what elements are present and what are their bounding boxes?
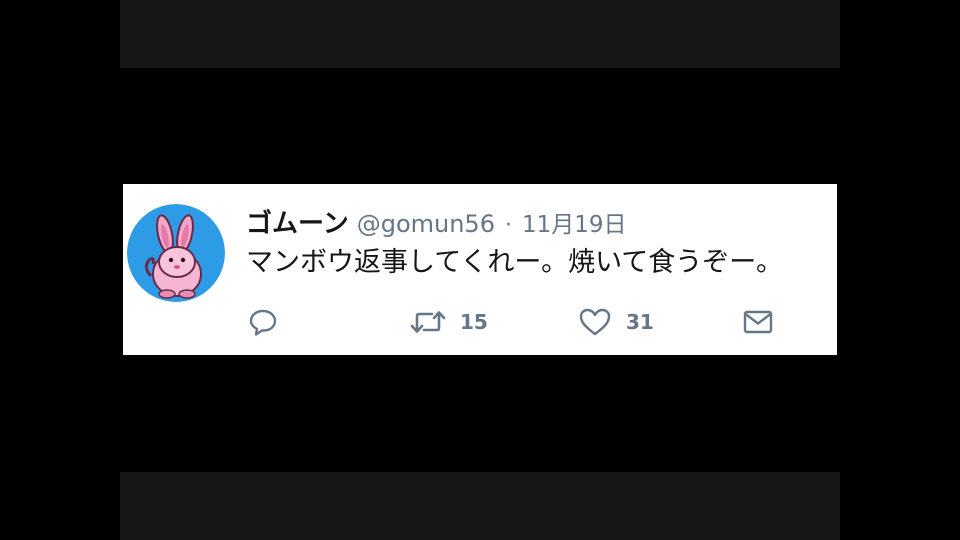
tweet-header: ゴムーン @gomun56 · 11月19日 (246, 203, 627, 240)
avatar[interactable] (127, 204, 225, 302)
retweet-button[interactable]: 15 (410, 302, 488, 342)
heart-icon (579, 308, 611, 336)
bottom-letterbox (120, 472, 840, 540)
direct-message-button[interactable] (742, 302, 774, 342)
tweet-actions: 15 31 (248, 302, 788, 342)
reply-button[interactable] (248, 302, 278, 342)
envelope-icon (743, 310, 773, 334)
like-button[interactable]: 31 (578, 302, 654, 342)
pink-rabbit-avatar-icon (127, 204, 225, 302)
tweet-card[interactable]: ゴムーン @gomun56 · 11月19日 マンボウ返事してくれー。焼いて食う… (123, 184, 837, 355)
video-frame: ゴムーン @gomun56 · 11月19日 マンボウ返事してくれー。焼いて食う… (0, 0, 960, 540)
like-count: 31 (626, 310, 654, 334)
retweet-count: 15 (460, 310, 488, 334)
tweet-date[interactable]: 11月19日 (522, 205, 627, 239)
retweet-icon (410, 311, 446, 333)
reply-icon (249, 309, 277, 336)
display-name[interactable]: ゴムーン (246, 203, 349, 240)
separator-dot: · (504, 213, 512, 238)
tweet-text: マンボウ返事してくれー。焼いて食うぞー。 (246, 247, 784, 278)
top-letterbox (120, 0, 840, 68)
user-handle[interactable]: @gomun56 (357, 210, 495, 238)
